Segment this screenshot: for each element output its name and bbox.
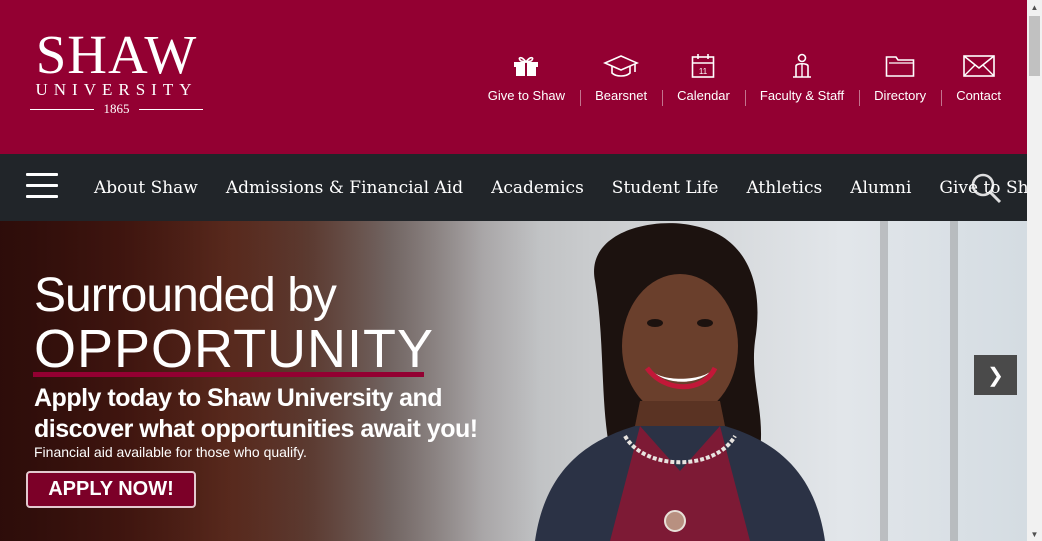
utility-label: Contact — [956, 88, 1001, 103]
utility-calendar[interactable]: 11 Calendar — [662, 50, 745, 106]
graduation-cap-icon — [603, 50, 640, 82]
vertical-scrollbar[interactable]: ▲ ▼ — [1027, 0, 1042, 541]
utility-label: Directory — [874, 88, 927, 103]
utility-label: Bearsnet — [595, 88, 648, 103]
main-nav: About Shaw Admissions & Financial Aid Ac… — [0, 154, 1027, 221]
envelope-icon — [962, 50, 995, 82]
carousel-next-button[interactable]: ❯ — [974, 355, 1017, 395]
utility-directory[interactable]: Directory — [859, 50, 941, 106]
nav-athletics[interactable]: Athletics — [732, 178, 836, 198]
scroll-down-arrow-icon[interactable]: ▼ — [1027, 527, 1042, 541]
scroll-up-arrow-icon[interactable]: ▲ — [1027, 0, 1042, 14]
nav-links: About Shaw Admissions & Financial Aid Ac… — [80, 154, 1027, 221]
logo-name: SHAW — [35, 24, 198, 85]
hero-headline-line2: OPPORTUNITY — [34, 319, 435, 379]
headline-underline — [33, 372, 424, 377]
window-frame — [950, 221, 958, 541]
utility-give-to-shaw[interactable]: Give to Shaw — [473, 50, 580, 103]
hero-note: Financial aid available for those who qu… — [34, 444, 307, 460]
utility-nav: Give to Shaw Bearsnet 11 Calendar Facult… — [473, 50, 1016, 106]
menu-icon[interactable] — [26, 173, 58, 201]
calendar-icon: 11 — [691, 50, 715, 82]
utility-label: Faculty & Staff — [759, 88, 845, 103]
hero-subhead: Apply today to Shaw University and disco… — [34, 384, 478, 443]
top-header: SHAW UNIVERSITY 1865 Give to Shaw Bearsn… — [0, 0, 1027, 154]
folder-icon — [885, 50, 915, 82]
window-frame — [880, 221, 888, 541]
logo-subtitle: UNIVERSITY — [35, 80, 198, 99]
person-icon — [792, 50, 812, 82]
utility-label: Give to Shaw — [487, 88, 566, 103]
shaw-university-logo[interactable]: SHAW UNIVERSITY 1865 — [24, 24, 209, 117]
scrollbar-thumb[interactable] — [1029, 16, 1040, 76]
nav-about-shaw[interactable]: About Shaw — [80, 178, 212, 198]
calendar-day: 11 — [699, 67, 708, 76]
nav-alumni[interactable]: Alumni — [836, 178, 925, 198]
gift-icon — [513, 50, 539, 82]
hero-headline-line1: Surrounded by — [34, 269, 337, 322]
utility-label: Calendar — [677, 88, 730, 103]
utility-contact[interactable]: Contact — [941, 50, 1016, 106]
apply-now-button[interactable]: APPLY NOW! — [26, 471, 196, 508]
student-photo — [535, 223, 825, 541]
search-icon[interactable] — [968, 171, 1004, 207]
nav-academics[interactable]: Academics — [477, 178, 598, 198]
nav-student-life[interactable]: Student Life — [598, 178, 733, 198]
utility-faculty-staff[interactable]: Faculty & Staff — [744, 50, 859, 106]
utility-bearsnet[interactable]: Bearsnet — [580, 50, 662, 106]
nav-admissions-financial-aid[interactable]: Admissions & Financial Aid — [212, 178, 477, 198]
logo-year: 1865 — [24, 101, 209, 117]
